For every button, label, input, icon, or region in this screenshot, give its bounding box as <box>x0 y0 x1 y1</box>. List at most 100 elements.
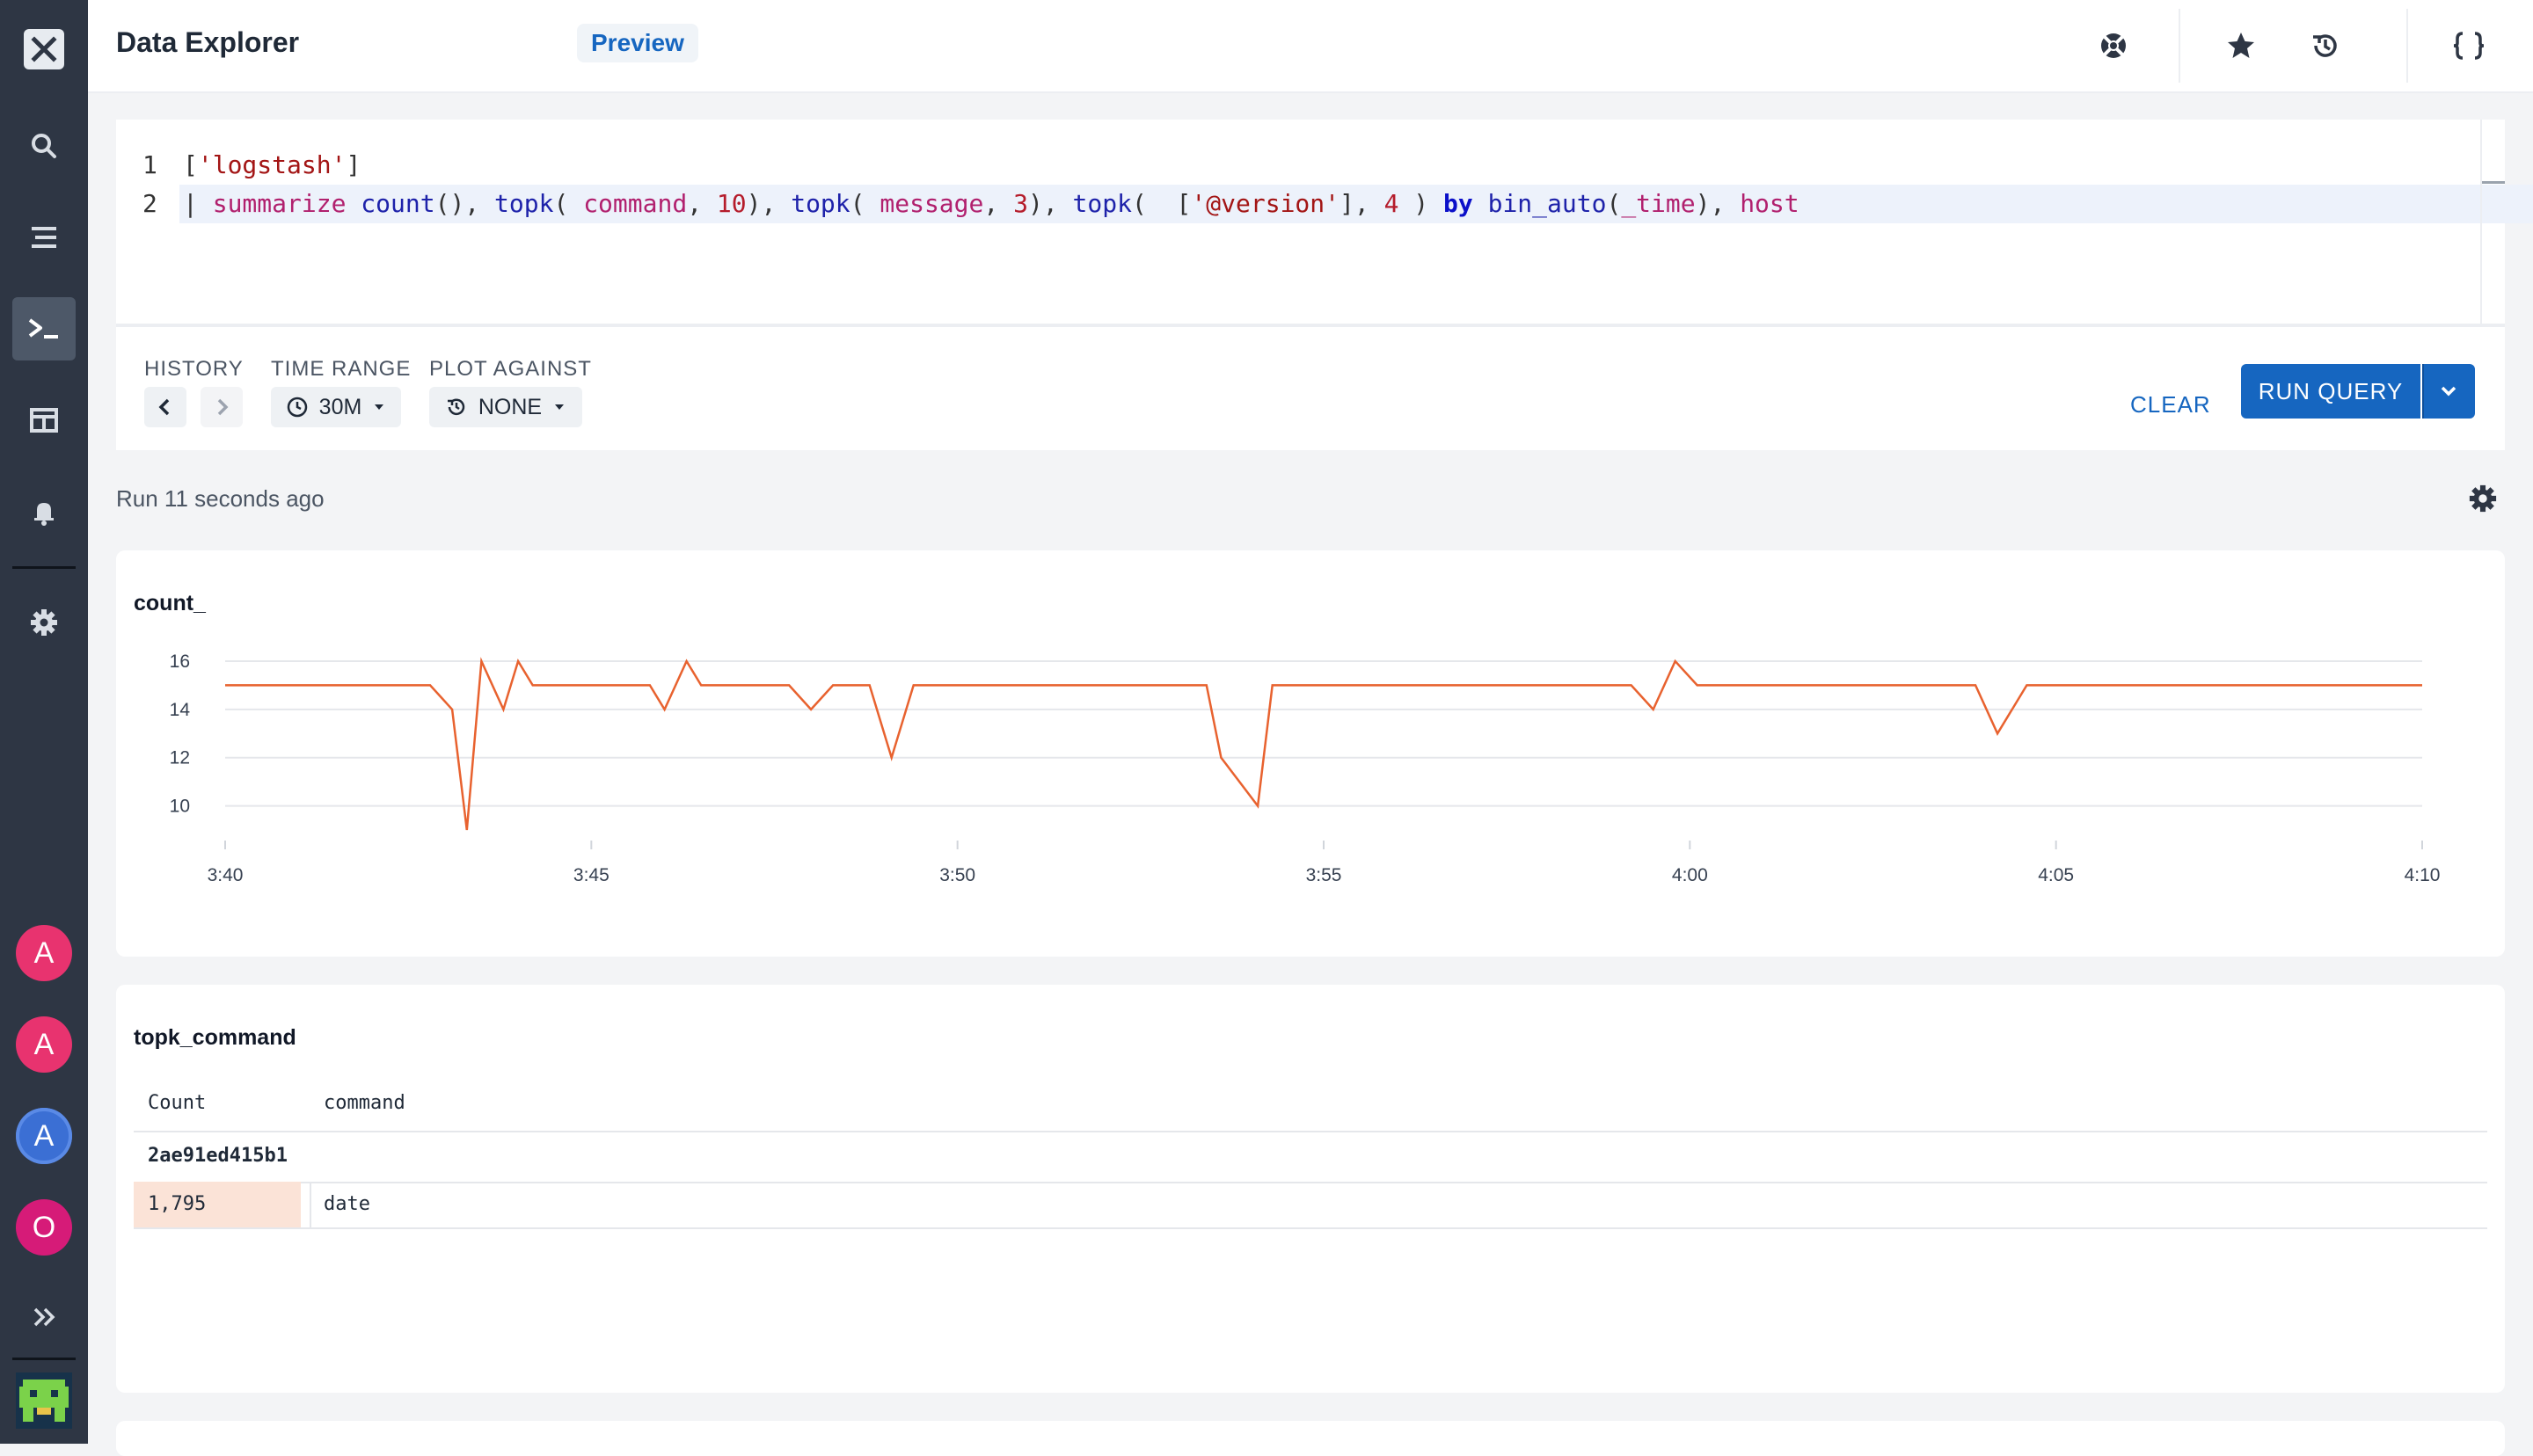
table-row[interactable]: 1,795 date <box>134 1182 2487 1229</box>
code-token-function: bin_auto <box>1487 189 1607 218</box>
code-token-field: host <box>1740 189 1799 218</box>
sidebar-item-monitors[interactable] <box>12 480 76 543</box>
y-tick-label: 14 <box>170 700 191 720</box>
help-button[interactable] <box>2092 25 2135 67</box>
code-line-1[interactable]: 1 ['logstash'] <box>142 148 361 183</box>
avatar[interactable]: O <box>16 1199 72 1256</box>
history-label: HISTORY <box>144 357 244 381</box>
code-token: (), <box>434 189 495 218</box>
group-key: 2ae91ed415b1 <box>148 1145 288 1167</box>
avatar-letter: A <box>33 935 55 970</box>
line-number: 1 <box>142 150 157 179</box>
code-line-2[interactable]: 2 | summarize count(), topk( command, 10)… <box>142 186 1799 222</box>
line-chart[interactable]: 10 12 14 16 3:40 3:45 3:50 3:55 4:00 4:05 4:10 <box>116 550 2505 957</box>
braces-icon <box>2453 32 2485 60</box>
avatar-letter: A <box>33 1027 55 1061</box>
column-header-count[interactable]: Count <box>148 1092 206 1114</box>
table-panel: topk_command Count command 2ae91ed415b1 … <box>116 985 2505 1393</box>
user-pixel-avatar[interactable] <box>16 1372 72 1429</box>
x-tick-label: 3:50 <box>939 865 975 885</box>
code-token-number: 10 <box>716 189 747 218</box>
y-tick-label: 12 <box>170 748 190 768</box>
time-range-dropdown[interactable]: 30M <box>271 387 401 427</box>
column-header-command[interactable]: command <box>324 1092 405 1114</box>
avatar[interactable]: A <box>16 1016 72 1073</box>
help-icon <box>2101 33 2126 58</box>
series-line <box>225 657 2422 831</box>
run-query-options-button[interactable] <box>2422 364 2475 419</box>
results-settings-gear-icon[interactable] <box>2468 484 2498 513</box>
code-token-string: 'logstash' <box>197 150 347 179</box>
history-forward-button[interactable] <box>201 387 243 427</box>
table-header: Count command <box>134 1073 2487 1132</box>
page-title: Data Explorer <box>116 26 300 58</box>
run-status-text: Run 11 seconds ago <box>116 485 325 512</box>
code-token: ( [ <box>1131 189 1192 218</box>
query-toolbar: HISTORY TIME RANGE 30M PLOT AGAINST NONE… <box>116 327 2505 450</box>
code-token-operator: summarize <box>212 189 347 218</box>
gear-icon <box>31 609 57 636</box>
avatar[interactable]: A <box>16 1108 72 1164</box>
code-token: ( <box>1606 189 1622 218</box>
favorite-button[interactable] <box>2220 25 2262 67</box>
chevron-right-icon <box>217 398 229 416</box>
plot-against-value: NONE <box>478 394 543 419</box>
code-token: ), <box>1695 189 1741 218</box>
plot-against-label: PLOT AGAINST <box>429 357 592 381</box>
app-logo[interactable] <box>24 29 64 69</box>
code-token: ) <box>1398 189 1444 218</box>
table-title: topk_command <box>134 1025 296 1050</box>
code-token: , <box>983 189 1014 218</box>
plot-against-dropdown[interactable]: NONE <box>429 387 582 427</box>
code-token: ), <box>1027 189 1073 218</box>
list-icon <box>32 227 56 248</box>
header-divider <box>2179 9 2180 83</box>
chevron-down-icon <box>2441 386 2456 397</box>
code-token: ), <box>746 189 792 218</box>
code-token: ( <box>850 189 880 218</box>
caret-down-icon <box>375 404 384 410</box>
button-divider <box>2422 364 2424 419</box>
run-query-button[interactable]: RUN QUERY <box>2241 364 2420 419</box>
code-token: , <box>687 189 717 218</box>
sidebar-item-settings[interactable] <box>12 591 76 654</box>
preview-badge[interactable]: Preview <box>577 24 698 62</box>
sidebar-item-query[interactable] <box>12 297 76 360</box>
history-icon <box>447 398 465 416</box>
time-range-label: TIME RANGE <box>271 357 412 381</box>
header-divider <box>2406 9 2408 83</box>
sidebar-item-datasets[interactable] <box>12 206 76 269</box>
editor-scrollbar[interactable] <box>2480 120 2482 324</box>
code-token-number: 4 <box>1383 189 1399 218</box>
editor-scroll-marker <box>2482 181 2505 184</box>
chevrons-right-icon <box>33 1307 55 1327</box>
expand-sidebar-button[interactable] <box>12 1285 76 1349</box>
chevron-left-icon <box>158 398 170 416</box>
code-token-field: command <box>583 189 688 218</box>
code-token-function: count <box>361 189 435 218</box>
y-tick-label: 10 <box>170 797 190 817</box>
sidebar-divider <box>12 566 76 569</box>
clear-button[interactable]: CLEAR <box>2130 378 2211 431</box>
code-token: | <box>183 189 213 218</box>
row-command: date <box>324 1193 370 1215</box>
avatar-letter: A <box>33 1118 55 1153</box>
code-token-number: 3 <box>1013 189 1028 218</box>
search-icon <box>32 134 56 158</box>
avatar-letter: O <box>32 1210 56 1244</box>
json-view-button[interactable] <box>2448 25 2490 67</box>
sidebar-item-dashboards[interactable] <box>12 389 76 452</box>
sidebar-item-search[interactable] <box>12 114 76 178</box>
history-back-button[interactable] <box>144 387 186 427</box>
code-token-field: message <box>880 189 984 218</box>
query-history-button[interactable] <box>2304 25 2347 67</box>
x-tick-label: 3:45 <box>573 865 610 885</box>
history-icon <box>2313 34 2337 57</box>
query-editor[interactable]: 1 ['logstash'] 2 | summarize count(), topk… <box>116 120 2533 327</box>
row-count: 1,795 <box>148 1193 207 1215</box>
star-icon <box>2228 33 2254 58</box>
terminal-icon <box>28 318 58 339</box>
code-token-keyword: by <box>1443 189 1473 218</box>
avatar[interactable]: A <box>16 925 72 981</box>
